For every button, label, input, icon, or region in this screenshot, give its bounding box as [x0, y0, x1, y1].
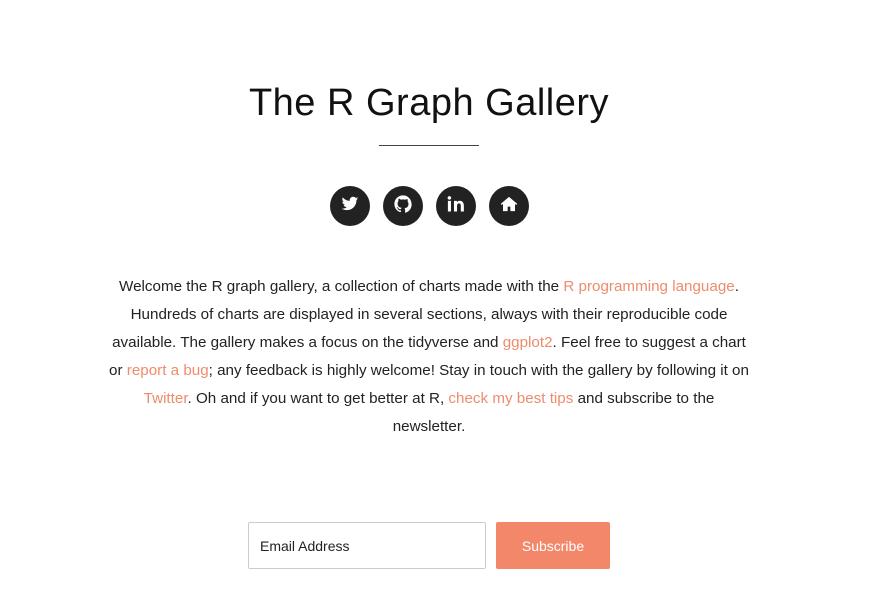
- page-title: The R Graph Gallery: [248, 82, 610, 124]
- github-icon: [394, 194, 412, 218]
- page: The R Graph Gallery Welcome the R graph …: [0, 0, 883, 593]
- intro-text-5: . Oh and if you want to get better at R,: [187, 390, 449, 407]
- newsletter-form: Subscribe: [248, 522, 610, 569]
- home-link[interactable]: [489, 186, 529, 226]
- email-input[interactable]: [248, 522, 486, 569]
- ggplot2-link[interactable]: ggplot2: [503, 334, 553, 351]
- twitter-text-link[interactable]: Twitter: [144, 390, 188, 407]
- linkedin-link[interactable]: [436, 186, 476, 226]
- twitter-link[interactable]: [330, 186, 370, 226]
- subscribe-button[interactable]: Subscribe: [496, 522, 610, 569]
- r-language-link[interactable]: R programming language: [563, 278, 734, 295]
- twitter-icon: [341, 195, 359, 218]
- report-bug-link[interactable]: report a bug: [127, 362, 209, 379]
- intro-paragraph: Welcome the R graph gallery, a collectio…: [108, 273, 750, 441]
- intro-text-1: Welcome the R graph gallery, a collectio…: [119, 278, 564, 295]
- title-divider: [379, 145, 479, 146]
- best-tips-link[interactable]: check my best tips: [448, 390, 573, 407]
- github-link[interactable]: [383, 186, 423, 226]
- social-links: [330, 186, 529, 226]
- linkedin-icon: [447, 195, 465, 218]
- home-icon: [500, 195, 518, 218]
- intro-text-4: ; any feedback is highly welcome! Stay i…: [208, 362, 749, 379]
